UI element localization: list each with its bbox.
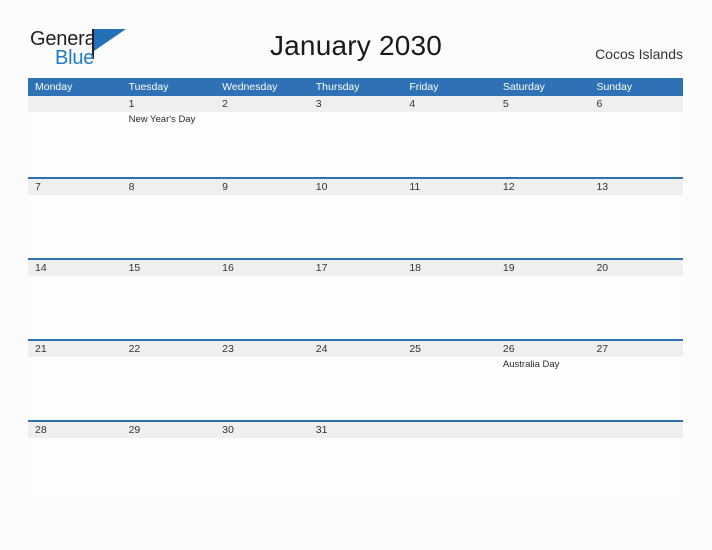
day-band [308, 96, 403, 112]
day-band [215, 96, 309, 112]
day-cell[interactable]: 2 [215, 96, 309, 175]
day-cell[interactable]: 21 [28, 341, 122, 420]
day-number: 11 [409, 181, 421, 193]
day-number: 15 [128, 262, 141, 274]
day-number: 29 [128, 424, 141, 436]
day-number: 16 [222, 262, 234, 274]
day-cell[interactable] [402, 422, 496, 501]
day-cell[interactable]: 24 [308, 341, 403, 420]
day-band [121, 96, 216, 112]
day-band [402, 96, 496, 112]
day-number: 7 [35, 181, 41, 193]
day-cell[interactable]: 4 [402, 96, 496, 175]
day-number: 19 [502, 262, 515, 274]
day-cell[interactable]: 16 [215, 260, 309, 339]
day-number: 1 [128, 98, 135, 110]
day-cell[interactable]: 3 [308, 96, 403, 175]
day-cell[interactable]: 13 [589, 179, 684, 258]
day-number: 30 [222, 424, 234, 436]
weekday-header-friday: Friday [409, 81, 439, 93]
weekday-header-row: Monday Tuesday Wednesday Thursday Friday… [28, 78, 683, 96]
day-cell[interactable]: 12 [495, 179, 590, 258]
week-row: 7 8 9 10 11 12 13 [28, 177, 684, 258]
day-cell[interactable]: 27 [589, 341, 684, 420]
week-row: 28 29 30 31 [28, 420, 684, 501]
day-number: 25 [409, 343, 421, 355]
day-cell[interactable]: 19 [495, 260, 590, 339]
day-cell[interactable] [495, 422, 590, 501]
day-cell[interactable]: 28 [28, 422, 122, 501]
day-number: 12 [502, 181, 515, 193]
day-number: 28 [35, 424, 47, 436]
calendar-page: General Blue January 2030 Cocos Islands … [0, 0, 712, 550]
day-cell[interactable]: 26 Australia Day [495, 341, 590, 420]
day-event: New Year's Day [128, 114, 196, 125]
day-number: 10 [315, 181, 328, 193]
weekday-header-saturday: Saturday [502, 81, 545, 93]
day-event: Australia Day [502, 359, 560, 370]
week-row: 1 New Year's Day 2 3 4 5 6 [28, 96, 684, 177]
day-cell[interactable]: 31 [308, 422, 403, 501]
week-row: 14 15 16 17 18 19 20 [28, 258, 684, 339]
day-band [589, 96, 684, 112]
page-header: General Blue January 2030 Cocos Islands [0, 0, 712, 76]
day-cell[interactable]: 22 [121, 341, 216, 420]
day-number: 14 [35, 262, 47, 274]
day-band [121, 179, 216, 195]
day-number: 3 [315, 98, 322, 110]
day-number: 2 [222, 98, 228, 110]
day-cell[interactable]: 8 [121, 179, 216, 258]
day-cell[interactable]: 29 [121, 422, 216, 501]
weekday-header-monday: Monday [35, 81, 73, 93]
day-cell[interactable]: 20 [589, 260, 684, 339]
day-cell[interactable]: 7 [28, 179, 122, 258]
day-band [28, 96, 122, 112]
day-cell[interactable] [589, 422, 684, 501]
day-cell[interactable]: 5 [495, 96, 590, 175]
day-number: 6 [596, 98, 603, 110]
day-cell[interactable]: 30 [215, 422, 309, 501]
day-number: 5 [502, 98, 509, 110]
day-cell[interactable]: 10 [308, 179, 403, 258]
day-number: 27 [596, 343, 609, 355]
locale-label: Cocos Islands [595, 46, 683, 62]
week-row: 21 22 23 24 25 26 Australia Day 27 [28, 339, 684, 420]
day-number: 26 [502, 343, 515, 355]
day-cell[interactable] [28, 96, 122, 175]
day-band [402, 422, 496, 438]
day-band [215, 179, 309, 195]
day-number: 23 [222, 343, 234, 355]
day-number: 22 [128, 343, 141, 355]
day-cell[interactable]: 23 [215, 341, 309, 420]
day-number: 21 [35, 343, 47, 355]
day-cell[interactable]: 18 [402, 260, 496, 339]
day-number: 9 [222, 181, 228, 193]
weekday-header-tuesday: Tuesday [128, 81, 169, 93]
day-band [28, 179, 122, 195]
day-number: 4 [409, 98, 416, 110]
day-number: 18 [409, 262, 421, 274]
day-band [495, 96, 590, 112]
day-cell[interactable]: 14 [28, 260, 122, 339]
day-cell[interactable]: 6 [589, 96, 684, 175]
day-number: 17 [315, 262, 328, 274]
day-cell[interactable]: 17 [308, 260, 403, 339]
day-number: 20 [596, 262, 609, 274]
day-cell[interactable]: 25 [402, 341, 496, 420]
day-band [589, 422, 684, 438]
calendar-grid: Monday Tuesday Wednesday Thursday Friday… [28, 78, 684, 501]
day-cell[interactable]: 9 [215, 179, 309, 258]
day-cell[interactable]: 1 New Year's Day [121, 96, 216, 175]
weekday-header-thursday: Thursday [315, 81, 360, 93]
day-cell[interactable]: 15 [121, 260, 216, 339]
weekday-header-wednesday: Wednesday [222, 81, 278, 93]
day-cell[interactable]: 11 [402, 179, 496, 258]
day-band [495, 422, 590, 438]
day-number: 31 [315, 424, 328, 436]
day-number: 8 [128, 181, 135, 193]
day-number: 24 [315, 343, 328, 355]
day-number: 13 [596, 181, 609, 193]
weekday-header-sunday: Sunday [596, 81, 633, 93]
